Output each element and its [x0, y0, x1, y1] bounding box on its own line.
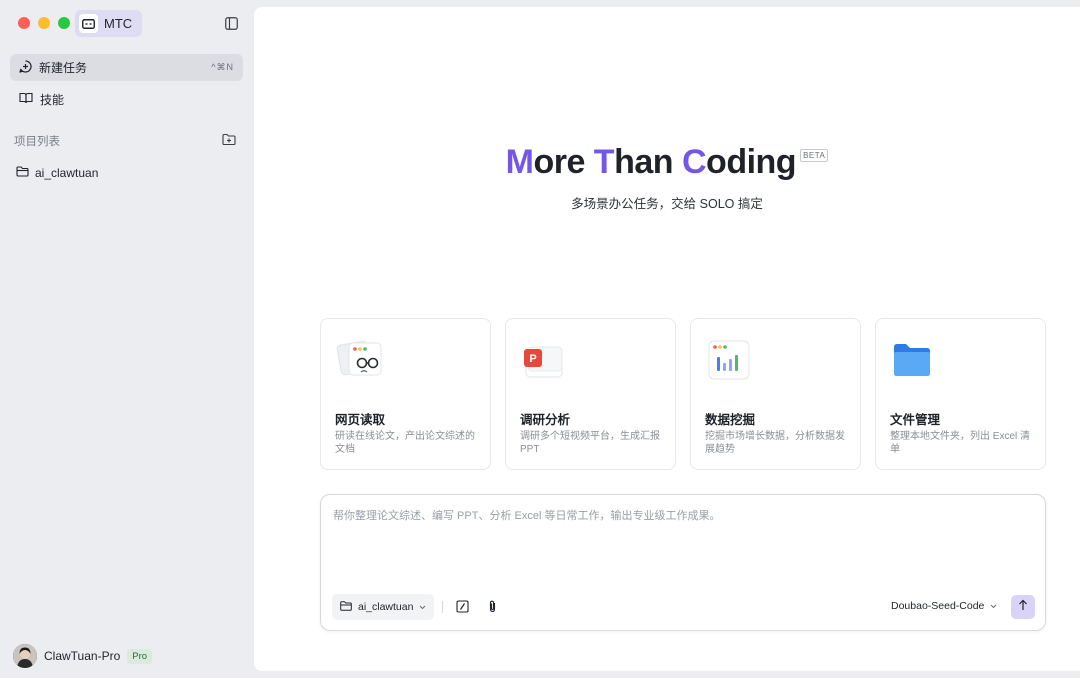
- hero-title: More Than Coding BETA: [254, 143, 1080, 182]
- sidebar-item-skills[interactable]: 技能: [10, 86, 243, 113]
- card-desc: 挖掘市场增长数据，分析数据发展趋势: [705, 431, 845, 455]
- model-selector[interactable]: Doubao-Seed-Code: [891, 600, 997, 612]
- app-logo-icon: [79, 14, 98, 33]
- card-desc: 调研多个短视频平台，生成汇报 PPT: [520, 431, 660, 455]
- sidebar: MTC 新建任务 ^⌘N 技能 项目列表 ai_clawtuan ClawTua…: [0, 0, 253, 678]
- send-button[interactable]: [1011, 595, 1035, 619]
- chevron-down-icon: [990, 600, 997, 612]
- toolbar-divider: [442, 601, 443, 613]
- hero-title-oding: oding: [706, 143, 797, 181]
- minimize-window-button[interactable]: [38, 17, 50, 29]
- hero-subtitle: 多场景办公任务，交给 SOLO 搞定: [571, 197, 763, 211]
- project-item-ai-clawtuan[interactable]: ai_clawtuan: [10, 160, 243, 186]
- project-name: ai_clawtuan: [35, 166, 99, 180]
- new-task-icon: [19, 59, 32, 76]
- add-project-icon[interactable]: [222, 133, 236, 146]
- card-web-reader[interactable]: 网页读取 研读在线论文，产出论文综述的文档: [320, 318, 491, 470]
- card-desc: 研读在线论文，产出论文综述的文档: [335, 431, 475, 455]
- new-task-button[interactable]: 新建任务 ^⌘N: [10, 54, 243, 81]
- hero-title-han: han: [614, 143, 682, 181]
- card-file-management[interactable]: 文件管理 整理本地文件夹，列出 Excel 清单: [875, 318, 1046, 470]
- folder-icon: [890, 337, 940, 383]
- close-window-button[interactable]: [18, 17, 30, 29]
- project-selector-label: ai_clawtuan: [358, 601, 414, 613]
- sidebar-toggle-icon[interactable]: [225, 17, 238, 30]
- beta-badge: BETA: [800, 149, 829, 162]
- plan-badge: Pro: [127, 648, 153, 664]
- chart-icon: [705, 337, 755, 383]
- arrow-up-icon: [1018, 598, 1028, 616]
- window-controls: [18, 17, 70, 29]
- new-task-label: 新建任务: [39, 61, 88, 75]
- hero-title-ore: ore: [533, 143, 594, 181]
- model-selector-label: Doubao-Seed-Code: [891, 600, 985, 612]
- folder-icon: [16, 166, 29, 180]
- chevron-down-icon: [419, 601, 426, 613]
- svg-text:P: P: [529, 353, 536, 365]
- prompt-composer: ai_clawtuan Doubao-Seed-Code: [320, 494, 1046, 631]
- card-title: 数据挖掘: [705, 413, 756, 427]
- folder-icon: [340, 600, 352, 614]
- card-title: 网页读取: [335, 413, 386, 427]
- command-icon[interactable]: [455, 599, 470, 614]
- hero-title-t: T: [593, 143, 615, 181]
- main-panel: More Than Coding BETA 多场景办公任务，交给 SOLO 搞定 …: [254, 7, 1080, 671]
- app-name: MTC: [104, 16, 133, 31]
- prompt-input[interactable]: [333, 507, 1033, 587]
- project-selector[interactable]: ai_clawtuan: [332, 594, 435, 620]
- user-profile[interactable]: ClawTuan-Pro Pro: [13, 644, 153, 668]
- user-name: ClawTuan-Pro: [44, 649, 121, 663]
- web-reader-icon: [335, 337, 385, 383]
- card-title: 文件管理: [890, 413, 941, 427]
- app-switcher[interactable]: MTC: [75, 10, 143, 37]
- zoom-window-button[interactable]: [58, 17, 70, 29]
- task-cards: 网页读取 研读在线论文，产出论文综述的文档 P 调研分析 调研多个短视频平台，生…: [320, 318, 1046, 470]
- card-title: 调研分析: [520, 413, 571, 427]
- ppt-icon: P: [520, 337, 570, 383]
- card-desc: 整理本地文件夹，列出 Excel 清单: [890, 431, 1031, 455]
- attachment-icon[interactable]: [485, 599, 500, 614]
- card-data-mining[interactable]: 数据挖掘 挖掘市场增长数据，分析数据发展趋势: [690, 318, 861, 470]
- projects-section-label: 项目列表: [14, 136, 60, 148]
- card-research[interactable]: P 调研分析 调研多个短视频平台，生成汇报 PPT: [505, 318, 676, 470]
- hero-title-m: M: [505, 143, 534, 181]
- skills-label: 技能: [40, 93, 65, 107]
- avatar: [13, 644, 37, 668]
- new-task-shortcut: ^⌘N: [211, 62, 234, 72]
- hero-title-c: C: [681, 143, 707, 181]
- book-icon: [19, 92, 33, 107]
